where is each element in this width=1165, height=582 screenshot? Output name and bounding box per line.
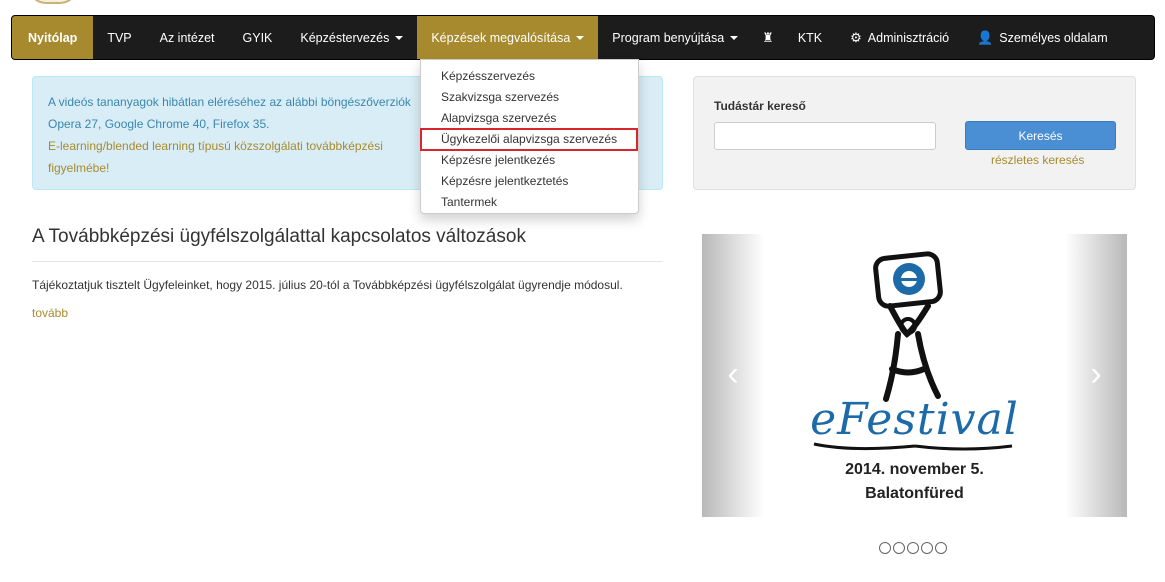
- image-carousel: eFestival 2014. november 5. Balatonfüred…: [702, 234, 1127, 517]
- news-title: A Továbbképzési ügyfélszolgálattal kapcs…: [32, 226, 526, 247]
- dropdown-item-classrooms[interactable]: Tantermek: [421, 192, 638, 213]
- nav-institute[interactable]: Az intézet: [146, 16, 229, 59]
- nav-home-label: Nyitólap: [28, 30, 78, 45]
- rook-icon: ♜: [762, 29, 774, 45]
- nav-admin-label: Adminisztráció: [867, 30, 950, 45]
- nav-personal-label: Személyes oldalam: [999, 30, 1108, 45]
- advanced-search-link[interactable]: részletes keresés: [991, 153, 1084, 167]
- page: Nyitólap TVP Az intézet GYIK Képzésterve…: [0, 0, 1165, 582]
- nav-tvp[interactable]: TVP: [93, 16, 145, 59]
- nav-ktk-label: KTK: [797, 30, 823, 45]
- nav-faq-label: GYIK: [242, 30, 273, 45]
- read-more-link[interactable]: tovább: [32, 306, 68, 320]
- carousel-indicators: [879, 542, 947, 554]
- carousel-indicator[interactable]: [893, 542, 905, 554]
- training-implementation-dropdown: Képzésszervezés Szakvizsga szervezés Ala…: [420, 59, 639, 214]
- nav-training-planning[interactable]: Képzéstervezés: [286, 16, 417, 59]
- nav-tvp-label: TVP: [107, 30, 132, 45]
- caret-down-icon: [395, 35, 404, 40]
- dropdown-item-training-organization[interactable]: Képzésszervezés: [421, 66, 638, 87]
- carousel-indicator[interactable]: [935, 542, 947, 554]
- knowledge-search-panel: Tudástár kereső Keresés részletes keresé…: [693, 76, 1136, 190]
- nav-rook[interactable]: ♜: [752, 16, 784, 59]
- dropdown-item-basic-exam[interactable]: Alapvizsga szervezés: [421, 108, 638, 129]
- alert-line-3: E-learning/blended learning típusú közsz…: [48, 139, 383, 153]
- user-icon: 👤: [977, 29, 994, 45]
- slide-place: Balatonfüred: [865, 485, 964, 502]
- search-input[interactable]: [714, 122, 936, 150]
- alert-line-1: A videós tananyagok hibátlan eléréséhez …: [48, 95, 411, 109]
- dropdown-item-clerk-basic-exam[interactable]: Ügykezelői alapvizsga szervezés: [420, 128, 638, 151]
- search-label: Tudástár kereső: [714, 99, 806, 113]
- main-navbar: Nyitólap TVP Az intézet GYIK Képzésterve…: [11, 15, 1155, 60]
- divider: [32, 261, 663, 262]
- carousel-prev-arrow-icon[interactable]: ‹: [718, 354, 748, 394]
- nav-program-submission-label: Program benyújtása: [612, 30, 725, 45]
- caret-down-icon: [576, 35, 585, 40]
- dropdown-item-training-application[interactable]: Képzésre jelentkezés: [421, 150, 638, 171]
- nav-training-planning-label: Képzéstervezés: [300, 30, 390, 45]
- caret-down-icon: [730, 35, 739, 40]
- nav-faq[interactable]: GYIK: [229, 16, 287, 59]
- dropdown-item-specialist-exam[interactable]: Szakvizsga szervezés: [421, 87, 638, 108]
- nav-admin[interactable]: ⚙ Adminisztráció: [836, 16, 963, 59]
- nav-home[interactable]: Nyitólap: [12, 16, 94, 59]
- carousel-next-arrow-icon[interactable]: ›: [1081, 354, 1111, 394]
- nav-program-submission[interactable]: Program benyújtása: [598, 16, 752, 59]
- slide-date: 2014. november 5.: [845, 461, 984, 478]
- nav-training-implementation[interactable]: Képzések megvalósítása: [417, 16, 599, 59]
- carousel-indicator[interactable]: [907, 542, 919, 554]
- slide-brand: eFestival: [810, 394, 1019, 445]
- site-logo[interactable]: [28, 0, 78, 4]
- gear-icon: ⚙: [850, 29, 862, 45]
- news-body: Tájékoztatjuk tisztelt Ügyfeleinket, hog…: [32, 278, 623, 292]
- carousel-indicator[interactable]: [879, 542, 891, 554]
- nav-ktk[interactable]: KTK: [784, 16, 836, 59]
- nav-training-implementation-label: Képzések megvalósítása: [431, 30, 571, 45]
- dropdown-item-training-enrollment[interactable]: Képzésre jelentkeztetés: [421, 171, 638, 192]
- search-button[interactable]: Keresés: [965, 121, 1116, 150]
- carousel-indicator[interactable]: [921, 542, 933, 554]
- nav-institute-label: Az intézet: [159, 30, 215, 45]
- nav-personal[interactable]: 👤 Személyes oldalam: [963, 16, 1122, 59]
